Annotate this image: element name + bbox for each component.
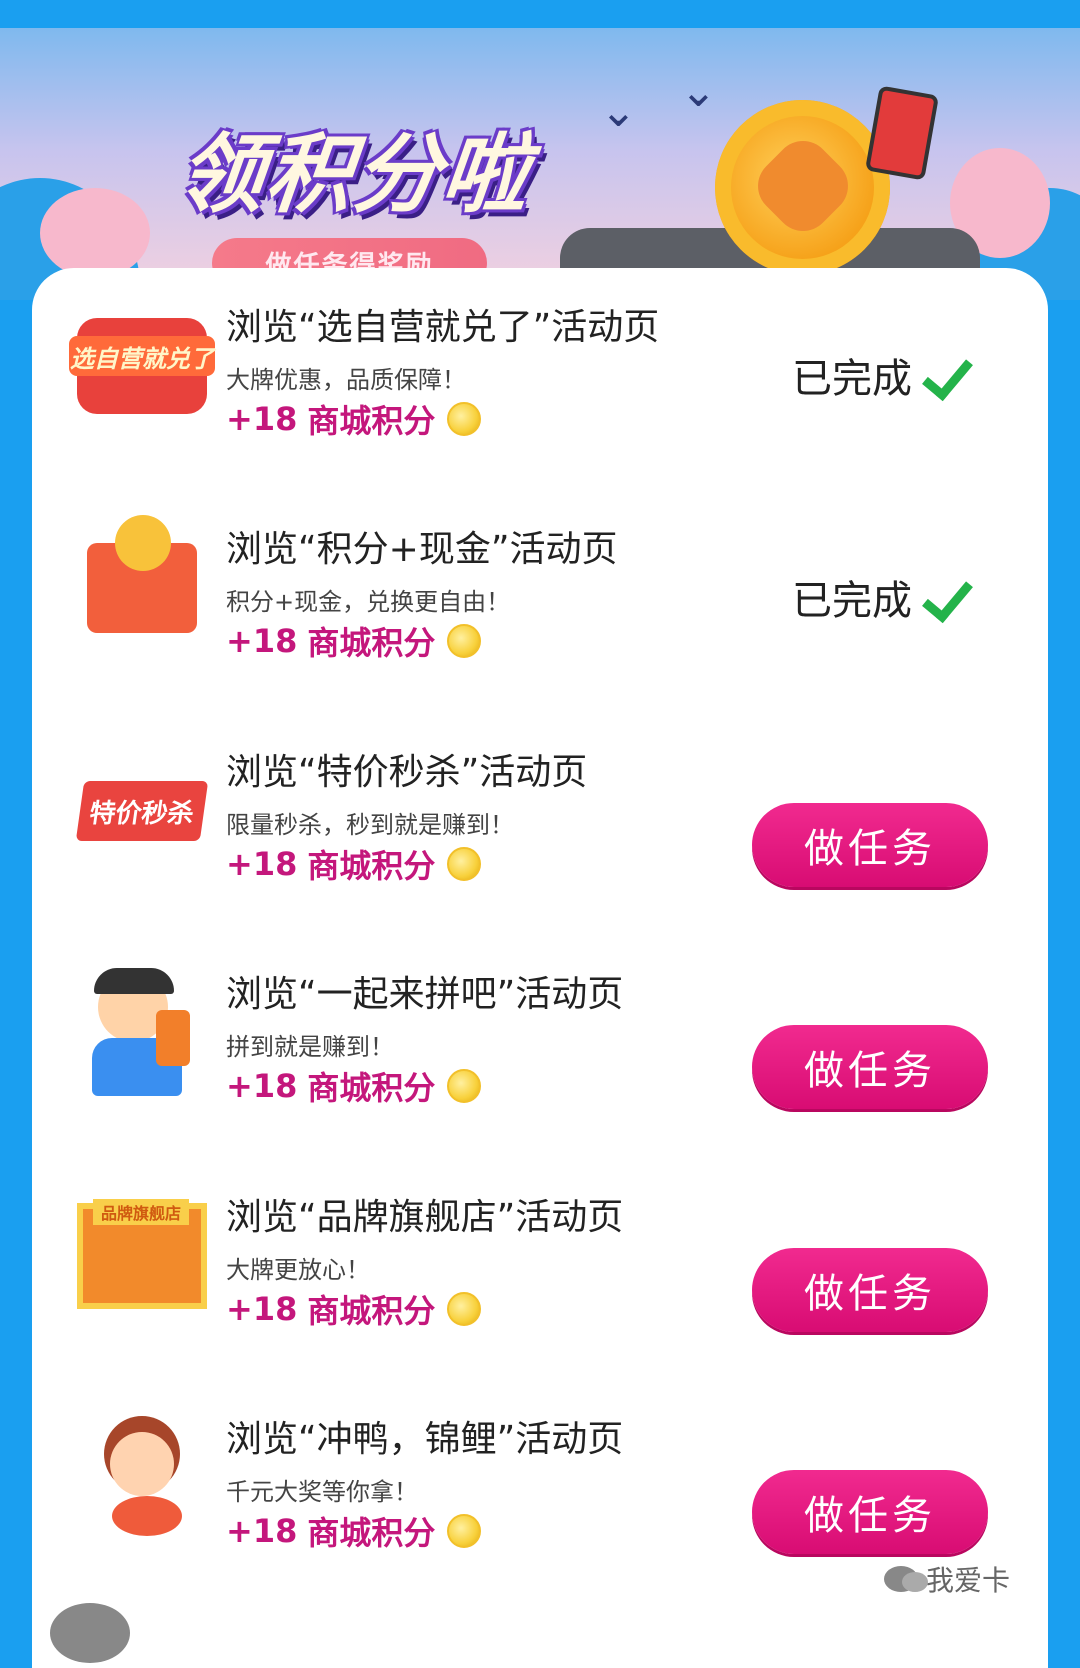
task-points: +18 商城积分 [226, 396, 482, 442]
task-list-card: 选自营就兑了 浏览“选自营就兑了”活动页 大牌优惠，品质保障！ +18 商城积分 … [32, 268, 1048, 1668]
coin-icon [447, 1069, 482, 1103]
do-task-button[interactable]: 做任务 [752, 1470, 988, 1554]
big-coin-icon [715, 100, 890, 275]
delivery-person-icon [72, 963, 212, 1103]
flash-sale-icon: 特价秒杀 [72, 741, 212, 881]
task-item: 品牌旗舰店 浏览“品牌旗舰店”活动页 大牌更放心！ +18 商城积分 做任务 [32, 1158, 1048, 1378]
header-banner: ⌄ ⌄ 领积分啦 做任务得奖励 [0, 28, 1080, 300]
task-desc: 千元大奖等你拿！ [226, 1478, 418, 1506]
coin-icon [447, 624, 482, 658]
task-title: 浏览“积分+现金”活动页 [226, 529, 618, 570]
promo-badge-icon: 选自营就兑了 [69, 296, 215, 436]
task-item: 特价秒杀 浏览“特价秒杀”活动页 限量秒杀，秒到就是赚到！ +18 商城积分 做任… [32, 713, 1048, 933]
task-completed-status: 已完成 [792, 346, 972, 404]
task-points: +18 商城积分 [226, 841, 482, 887]
do-task-button[interactable]: 做任务 [752, 1248, 988, 1332]
task-desc: 大牌更放心！ [226, 1256, 370, 1284]
task-desc: 积分+现金，兑换更自由！ [226, 588, 511, 616]
coin-icon [447, 402, 482, 436]
phone-icon [864, 85, 940, 181]
coin-icon [447, 1514, 482, 1548]
bird-icon: ⌄ [600, 86, 637, 137]
task-item: 选自营就兑了 浏览“选自营就兑了”活动页 大牌优惠，品质保障！ +18 商城积分 … [32, 268, 1048, 488]
watermark: 我爱卡 [883, 1559, 1010, 1599]
task-item: 浏览“一起来拼吧”活动页 拼到就是赚到！ +18 商城积分 做任务 [32, 935, 1048, 1155]
decor-tree-left [40, 188, 150, 278]
task-completed-status: 已完成 [792, 568, 972, 626]
wechat-icon [883, 1566, 928, 1592]
task-item: 浏览“积分+现金”活动页 积分+现金，兑换更自由！ +18 商城积分 已完成 [32, 490, 1048, 710]
check-icon [920, 571, 972, 623]
floating-button-partial[interactable] [50, 1603, 130, 1663]
task-desc: 大牌优惠，品质保障！ [226, 366, 466, 394]
banner-title: 领积分啦 [172, 124, 536, 225]
task-title: 浏览“特价秒杀”活动页 [226, 752, 588, 793]
task-title: 浏览“冲鸭，锦鲤”活动页 [226, 1419, 624, 1460]
task-points: +18 商城积分 [226, 1063, 482, 1109]
storefront-icon: 品牌旗舰店 [72, 1186, 212, 1326]
do-task-button[interactable]: 做任务 [752, 1025, 988, 1109]
bird-icon: ⌄ [680, 66, 717, 117]
do-task-button[interactable]: 做任务 [752, 803, 988, 887]
koi-girl-icon [72, 1408, 212, 1548]
check-icon [920, 349, 972, 401]
task-title: 浏览“品牌旗舰店”活动页 [226, 1197, 624, 1238]
task-desc: 拼到就是赚到！ [226, 1033, 394, 1061]
task-desc: 限量秒杀，秒到就是赚到！ [226, 811, 514, 839]
gift-box-icon [72, 515, 212, 658]
task-title: 浏览“选自营就兑了”活动页 [226, 307, 660, 348]
coin-icon [447, 847, 482, 881]
task-points: +18 商城积分 [226, 1508, 482, 1554]
watermark-text: 我爱卡 [925, 1564, 1010, 1597]
task-points: +18 商城积分 [226, 618, 482, 664]
task-points: +18 商城积分 [226, 1286, 482, 1332]
task-title: 浏览“一起来拼吧”活动页 [226, 974, 624, 1015]
coin-icon [447, 1292, 482, 1326]
